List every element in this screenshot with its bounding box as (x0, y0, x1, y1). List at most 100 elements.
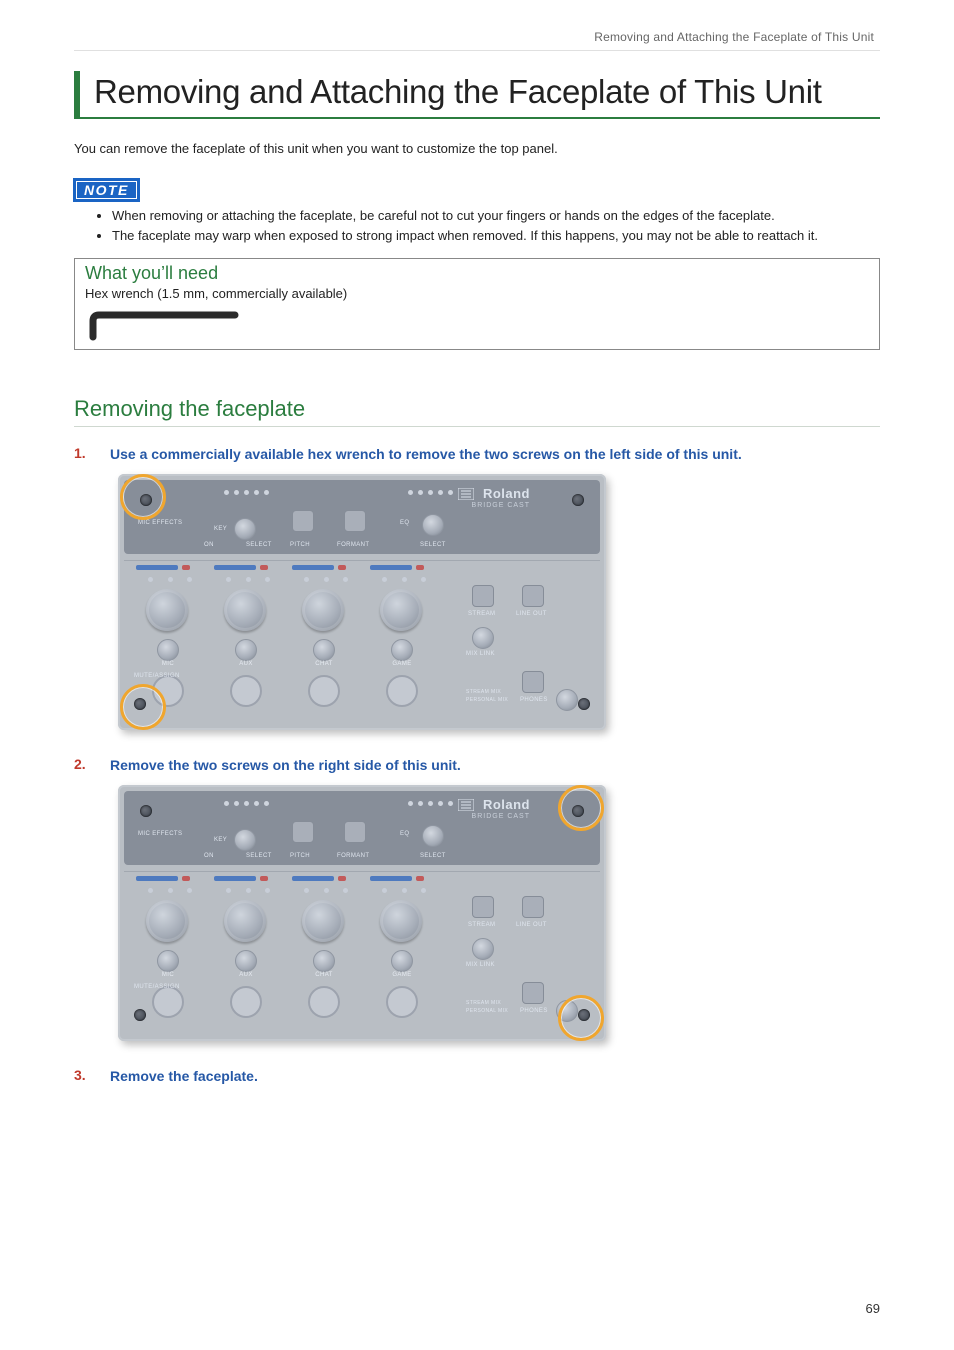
need-text: Hex wrench (1.5 mm, commercially availab… (85, 286, 869, 301)
knob-ch3-icon (302, 900, 344, 942)
lbl-select: SELECT (420, 542, 446, 548)
step-text: Remove the faceplate. (110, 1067, 258, 1086)
lbl-mute-assign: MUTE/ASSIGN (134, 984, 180, 990)
device-panel-illustration: MIC EFFECTS KEY ON SELECT PITCH FORMANT … (118, 474, 606, 730)
screw-bottom-right-icon (578, 698, 590, 710)
btn-pitch-icon (292, 821, 314, 843)
lbl-mic-effects: MIC EFFECTS (138, 831, 182, 837)
knob-mixlink-icon (472, 627, 494, 649)
trim-icon (391, 639, 413, 661)
mute-btn-icon (386, 675, 418, 707)
highlight-circle-icon (120, 684, 166, 730)
lbl-stream-mix: STREAM MIX (466, 689, 501, 695)
highlight-circle-icon (120, 474, 166, 520)
screw-bottom-left-icon (134, 1009, 146, 1021)
knob-ch2-icon (224, 900, 266, 942)
hex-wrench-illustration (85, 307, 869, 341)
indicator-dots-icon (224, 801, 269, 806)
knob-ch2-icon (224, 589, 266, 631)
lbl-ch-game: GAME (372, 661, 432, 667)
lbl-ch-aux: AUX (216, 661, 276, 667)
btn-lineout-icon (522, 896, 544, 918)
brand-roland: Roland (483, 486, 530, 501)
lbl-lineout: LINE OUT (516, 922, 547, 928)
lbl-personal-mix: PERSONAL MIX (466, 697, 508, 703)
header-breadcrumb: Removing and Attaching the Faceplate of … (74, 30, 880, 44)
screw-top-left-icon (140, 805, 152, 817)
knob-ch1-icon (146, 900, 188, 942)
note-item: The faceplate may warp when exposed to s… (112, 227, 880, 245)
knob-eq-icon (422, 825, 444, 847)
lbl-phones: PHONES (520, 1008, 548, 1014)
mute-btn-icon (308, 986, 340, 1018)
lbl-ch-chat: CHAT (294, 972, 354, 978)
brand-logo-icon (458, 799, 474, 811)
lbl-select: SELECT (246, 853, 272, 859)
indicator-dots-icon (408, 490, 453, 495)
highlight-circle-icon (558, 995, 604, 1041)
lbl-select: SELECT (246, 542, 272, 548)
knob-ch4-icon (380, 589, 422, 631)
knob-ch1-icon (146, 589, 188, 631)
indicator-dots-icon (408, 801, 453, 806)
trim-icon (157, 639, 179, 661)
trim-icon (313, 950, 335, 972)
btn-stream-icon (472, 896, 494, 918)
mute-btn-icon (230, 675, 262, 707)
btn-lineout-icon (522, 585, 544, 607)
btn-phones-icon (522, 982, 544, 1004)
figure-left-screws: MIC EFFECTS KEY ON SELECT PITCH FORMANT … (118, 474, 880, 730)
page-number: 69 (866, 1301, 880, 1316)
step: 1 Use a commercially available hex wrenc… (74, 445, 880, 730)
brand-roland: Roland (483, 797, 530, 812)
step: 3 Remove the faceplate. (74, 1067, 880, 1086)
knob-key-icon (234, 829, 256, 851)
steps-list: 1 Use a commercially available hex wrenc… (74, 445, 880, 1086)
knob-ch3-icon (302, 589, 344, 631)
trim-icon (157, 950, 179, 972)
title-block: Removing and Attaching the Faceplate of … (74, 71, 880, 119)
lbl-mixlink: MIX LINK (466, 962, 495, 968)
step-number: 3 (74, 1067, 110, 1083)
lbl-pitch: PITCH (290, 542, 310, 548)
lbl-ch-aux: AUX (216, 972, 276, 978)
btn-formant-icon (344, 821, 366, 843)
lbl-ch-mic: MIC (138, 972, 198, 978)
trim-icon (391, 950, 413, 972)
lbl-personal-mix: PERSONAL MIX (466, 1008, 508, 1014)
lbl-ch-game: GAME (372, 972, 432, 978)
knob-ch4-icon (380, 900, 422, 942)
step-text: Remove the two screws on the right side … (110, 756, 461, 775)
trim-icon (313, 639, 335, 661)
step-number: 2 (74, 756, 110, 772)
need-heading: What you’ll need (85, 263, 869, 284)
figure-right-screws: MIC EFFECTS KEY ON SELECT PITCH FORMANT … (118, 785, 880, 1041)
btn-stream-icon (472, 585, 494, 607)
lbl-formant: FORMANT (337, 853, 369, 859)
intro-text: You can remove the faceplate of this uni… (74, 141, 880, 156)
lbl-formant: FORMANT (337, 542, 369, 548)
lbl-stream: STREAM (468, 922, 495, 928)
step-number: 1 (74, 445, 110, 461)
page-title: Removing and Attaching the Faceplate of … (94, 73, 874, 111)
device-panel-illustration: MIC EFFECTS KEY ON SELECT PITCH FORMANT … (118, 785, 606, 1041)
lbl-ch-mic: MIC (138, 661, 198, 667)
lbl-mute-assign: MUTE/ASSIGN (134, 673, 180, 679)
lbl-stream: STREAM (468, 611, 495, 617)
knob-mixlink-icon (472, 938, 494, 960)
knob-eq-icon (422, 514, 444, 536)
indicator-dots-icon (224, 490, 269, 495)
lbl-key: KEY (214, 526, 227, 532)
step: 2 Remove the two screws on the right sid… (74, 756, 880, 1041)
lbl-mixlink: MIX LINK (466, 651, 495, 657)
btn-pitch-icon (292, 510, 314, 532)
highlight-circle-icon (558, 785, 604, 831)
lbl-key: KEY (214, 837, 227, 843)
mute-btn-icon (152, 986, 184, 1018)
lbl-ch-chat: CHAT (294, 661, 354, 667)
note-badge: NOTE (74, 179, 139, 201)
trim-icon (235, 950, 257, 972)
brand-sub: BRIDGE CAST (472, 813, 530, 820)
lbl-select: SELECT (420, 853, 446, 859)
lbl-lineout: LINE OUT (516, 611, 547, 617)
